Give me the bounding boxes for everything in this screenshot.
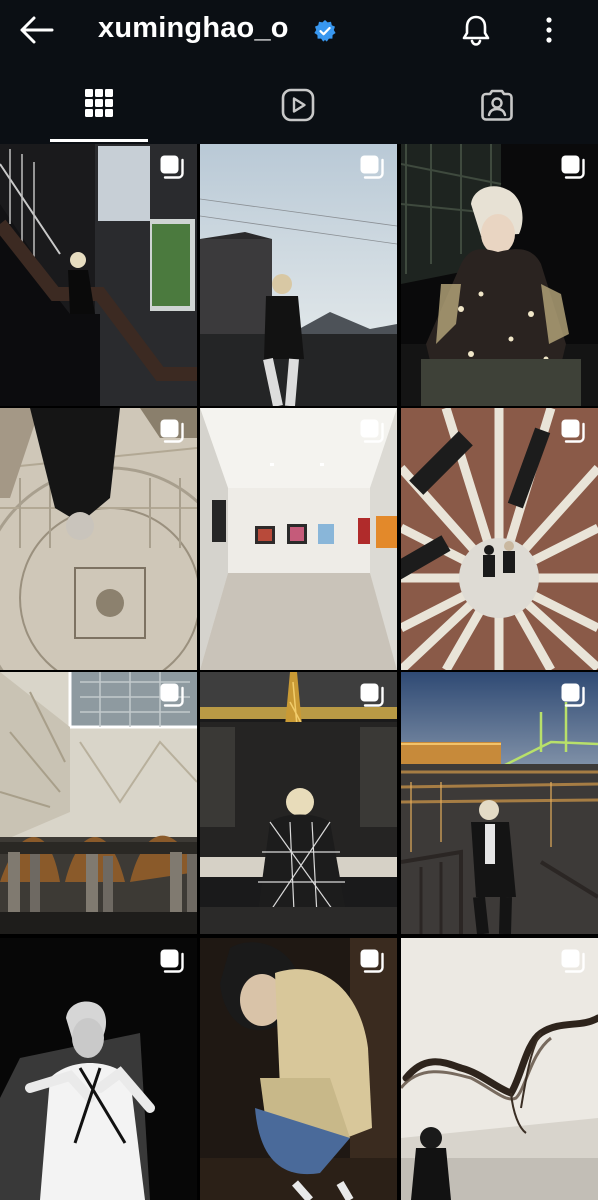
carousel-icon xyxy=(360,155,384,179)
profile-tabs xyxy=(0,62,598,144)
profile-header: xuminghao_o xyxy=(0,0,598,62)
tab-reels[interactable] xyxy=(199,62,398,144)
post-thumbnail[interactable] xyxy=(401,938,598,1200)
tab-tagged[interactable] xyxy=(398,62,597,144)
post-thumbnail[interactable] xyxy=(401,672,598,934)
post-photo xyxy=(0,144,197,406)
carousel-icon xyxy=(160,155,184,179)
post-thumbnail[interactable] xyxy=(200,672,397,934)
post-photo xyxy=(0,672,197,934)
post-thumbnail[interactable] xyxy=(0,408,197,670)
active-tab-indicator xyxy=(50,139,148,142)
post-thumbnail[interactable] xyxy=(200,408,397,670)
reels-icon xyxy=(281,88,315,122)
post-thumbnail[interactable] xyxy=(0,144,197,406)
carousel-icon xyxy=(561,419,585,443)
post-photo xyxy=(401,938,598,1200)
carousel-icon xyxy=(561,155,585,179)
carousel-icon xyxy=(160,419,184,443)
post-photo xyxy=(200,408,397,670)
carousel-icon xyxy=(360,419,384,443)
verified-badge-icon xyxy=(314,20,336,42)
post-thumbnail[interactable] xyxy=(401,144,598,406)
post-photo xyxy=(200,144,397,406)
grid-icon xyxy=(85,89,113,117)
carousel-icon xyxy=(360,683,384,707)
post-thumbnail[interactable] xyxy=(0,672,197,934)
tagged-icon xyxy=(481,89,513,121)
profile-username: xuminghao_o xyxy=(98,12,289,44)
post-photo xyxy=(401,408,598,670)
carousel-icon xyxy=(160,949,184,973)
carousel-icon xyxy=(360,949,384,973)
post-thumbnail[interactable] xyxy=(200,938,397,1200)
post-thumbnail[interactable] xyxy=(200,144,397,406)
post-photo xyxy=(401,672,598,934)
post-photo xyxy=(200,938,397,1200)
post-thumbnail[interactable] xyxy=(0,938,197,1200)
post-photo xyxy=(200,672,397,934)
post-photo xyxy=(0,938,197,1200)
post-photo xyxy=(401,144,598,406)
posts-grid xyxy=(0,144,598,1200)
back-arrow-icon[interactable] xyxy=(18,14,54,46)
post-photo xyxy=(0,408,197,670)
carousel-icon xyxy=(160,683,184,707)
notification-bell-icon[interactable] xyxy=(458,12,494,48)
carousel-icon xyxy=(561,949,585,973)
post-thumbnail[interactable] xyxy=(401,408,598,670)
carousel-icon xyxy=(561,683,585,707)
tab-posts[interactable] xyxy=(0,62,199,144)
more-options-icon[interactable] xyxy=(538,14,560,46)
